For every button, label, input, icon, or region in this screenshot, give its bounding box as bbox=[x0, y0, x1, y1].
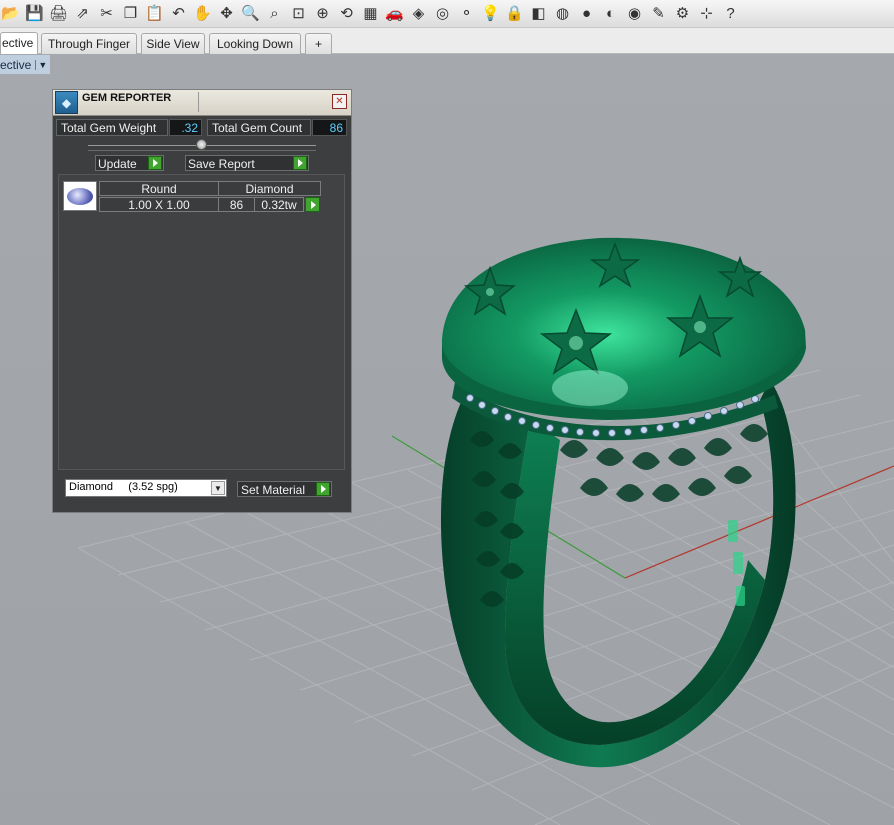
lock-icon[interactable]: 🔒 bbox=[504, 3, 525, 24]
update-play-icon bbox=[148, 156, 162, 170]
close-icon[interactable]: ✕ bbox=[332, 94, 347, 109]
viewport-layout-icon[interactable]: ▦ bbox=[360, 3, 381, 24]
print-icon[interactable]: 🖨 bbox=[48, 3, 69, 24]
copy-icon[interactable]: ❐ bbox=[120, 3, 141, 24]
color-wheel-icon[interactable]: ◍ bbox=[552, 3, 573, 24]
car-icon[interactable]: 🚗 bbox=[384, 3, 405, 24]
total-gem-count-value: 86 bbox=[312, 119, 347, 136]
chevron-down-icon[interactable]: ▼ bbox=[211, 481, 225, 495]
gem-count-cell: 86 bbox=[218, 197, 255, 212]
viewport-tab-bar: ective Through Finger Side View Looking … bbox=[0, 28, 894, 54]
save-report-button[interactable]: Save Report bbox=[185, 155, 309, 171]
shaded-sphere-icon[interactable]: ● bbox=[576, 3, 597, 24]
tab-side-view[interactable]: Side View bbox=[141, 33, 205, 54]
material-select[interactable]: Diamond (3.52 spg) ▼ bbox=[65, 479, 227, 497]
gem-reporter-titlebar[interactable]: ◆ GEM REPORTER ✕ bbox=[53, 90, 351, 116]
gem-reporter-panel: ◆ GEM REPORTER ✕ Total Gem Weight .32 To… bbox=[52, 89, 352, 513]
zoom-extents-icon[interactable]: ⊡ bbox=[288, 3, 309, 24]
gumball-icon[interactable]: ⊹ bbox=[696, 3, 717, 24]
gem-material-cell: Diamond bbox=[218, 181, 321, 196]
pan-icon[interactable]: ✋ bbox=[192, 3, 213, 24]
save-icon[interactable]: 💾 bbox=[24, 3, 45, 24]
set-material-button-label: Set Material bbox=[241, 483, 306, 497]
total-gem-weight-value: .32 bbox=[169, 119, 202, 136]
export-icon[interactable]: ⇗ bbox=[72, 3, 93, 24]
undo-icon[interactable]: ↶ bbox=[168, 3, 189, 24]
rotate-view-icon[interactable]: ✥ bbox=[216, 3, 237, 24]
save-report-play-icon bbox=[293, 156, 307, 170]
tab-through-finger[interactable]: Through Finger bbox=[41, 33, 137, 54]
light-bulb-icon[interactable]: 💡 bbox=[480, 3, 501, 24]
grid-snap-icon[interactable]: ◈ bbox=[408, 3, 429, 24]
open-icon[interactable]: 📂 bbox=[0, 3, 21, 24]
main-toolbar: 📂 💾 🖨 ⇗ ✂ ❐ 📋 ↶ ✋ ✥ 🔍 ⌕ ⊡ ⊕ ⟲ ▦ 🚗 ◈ ◎ ⚬ 💡 🔒 ◧ ◍ ● ◐ ◉ ✎ ⚙ ⊹? bbox=[0, 0, 894, 28]
gem-reporter-logo-icon: ◆ bbox=[55, 91, 78, 114]
set-material-button[interactable]: Set Material bbox=[237, 481, 332, 497]
total-gem-weight-label: Total Gem Weight bbox=[56, 119, 168, 136]
help-icon[interactable]: ? bbox=[720, 3, 741, 24]
pencil-icon[interactable]: ✎ bbox=[648, 3, 669, 24]
wireframe-sphere-icon[interactable]: ◐ bbox=[600, 3, 621, 24]
gem-reporter-title: GEM REPORTER bbox=[82, 92, 172, 104]
gem-weight-cell: 0.32tw bbox=[254, 197, 304, 212]
add-tab-button[interactable]: + bbox=[305, 33, 332, 54]
render-sphere-icon[interactable]: ◉ bbox=[624, 3, 645, 24]
round-diamond-thumbnail-icon bbox=[63, 181, 97, 211]
osnap-icon[interactable]: ◎ bbox=[432, 3, 453, 24]
save-report-button-label: Save Report bbox=[188, 157, 255, 171]
set-material-play-icon bbox=[316, 482, 330, 496]
total-gem-count-label: Total Gem Count bbox=[207, 119, 311, 136]
tab-perspective[interactable]: ective bbox=[0, 32, 38, 54]
viewport-title[interactable]: ective ▼ bbox=[0, 55, 51, 74]
gear-icon[interactable]: ⚙ bbox=[672, 3, 693, 24]
gem-size-cell: 1.00 X 1.00 bbox=[99, 197, 219, 212]
update-button-label: Update bbox=[98, 157, 137, 171]
update-button[interactable]: Update bbox=[95, 155, 164, 171]
panel-slider-thumb[interactable] bbox=[196, 139, 207, 150]
gem-list: Round Diamond 1.00 X 1.00 86 0.32tw bbox=[58, 174, 345, 470]
zoom-icon[interactable]: 🔍 bbox=[240, 3, 261, 24]
panel-slider-track-shadow bbox=[88, 150, 316, 151]
viewport-menu-arrow-icon[interactable]: ▼ bbox=[35, 59, 47, 70]
paste-icon[interactable]: 📋 bbox=[144, 3, 165, 24]
layers-icon[interactable]: ◧ bbox=[528, 3, 549, 24]
tab-looking-down[interactable]: Looking Down bbox=[209, 33, 301, 54]
cut-icon[interactable]: ✂ bbox=[96, 3, 117, 24]
zoom-selected-icon[interactable]: ⊕ bbox=[312, 3, 333, 24]
zoom-window-icon[interactable]: ⌕ bbox=[264, 3, 285, 24]
zoom-previous-icon[interactable]: ⟲ bbox=[336, 3, 357, 24]
gem-row-play-button[interactable] bbox=[305, 197, 320, 212]
titlebar-divider bbox=[198, 92, 199, 112]
material-select-value: Diamond (3.52 spg) bbox=[69, 481, 178, 493]
viewport-title-label: ective bbox=[0, 57, 32, 72]
gem-shape-cell: Round bbox=[99, 181, 219, 196]
points-icon[interactable]: ⚬ bbox=[456, 3, 477, 24]
